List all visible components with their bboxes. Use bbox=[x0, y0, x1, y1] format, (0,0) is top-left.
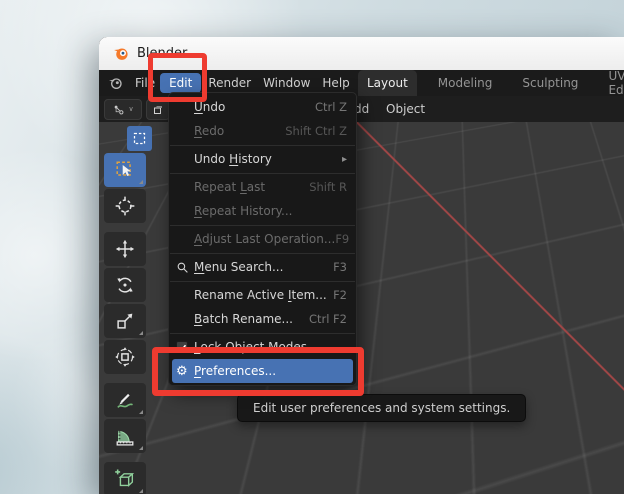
menubar-item-file[interactable]: File bbox=[135, 73, 155, 93]
tooltip: Edit user preferences and system setting… bbox=[237, 394, 526, 422]
menu-separator bbox=[170, 173, 355, 174]
menu-item-batch-rename[interactable]: Batch Rename... Ctrl F2 bbox=[169, 307, 356, 331]
shortcut-label: F2 bbox=[333, 288, 347, 302]
tab-sculpting[interactable]: Sculpting bbox=[513, 70, 587, 96]
blender-logo-icon bbox=[112, 45, 129, 62]
menu-separator bbox=[170, 253, 355, 254]
menubar-item-render[interactable]: Render bbox=[208, 73, 251, 93]
active-tool-select-box-button[interactable] bbox=[127, 126, 152, 151]
tool-add-cube[interactable] bbox=[104, 462, 146, 494]
shortcut-label: F9 bbox=[335, 232, 349, 246]
editor-type-button[interactable]: ∨ bbox=[104, 99, 142, 120]
toolbar bbox=[104, 153, 146, 494]
menu-separator bbox=[170, 145, 355, 146]
shortcut-label: Ctrl Z bbox=[315, 100, 347, 114]
edit-dropdown-menu: Undo Ctrl Z Redo Shift Ctrl Z Undo Histo… bbox=[168, 92, 357, 386]
submenu-arrow-icon: ▸ bbox=[342, 154, 347, 165]
menu-item-adjust-last-operation[interactable]: Adjust Last Operation... F9 bbox=[169, 227, 356, 251]
checkbox-checked-icon[interactable] bbox=[176, 341, 188, 353]
shortcut-label: Shift Ctrl Z bbox=[285, 124, 347, 138]
tool-tweak-select-box[interactable] bbox=[104, 153, 146, 187]
header-mode-button[interactable] bbox=[146, 99, 170, 120]
menu-item-preferences[interactable]: ⚙ Preferences... bbox=[172, 359, 353, 383]
menu-item-rename-active-item[interactable]: Rename Active Item... F2 bbox=[169, 283, 356, 307]
transform-icon bbox=[114, 346, 136, 368]
move-icon bbox=[114, 238, 136, 260]
tool-transform[interactable] bbox=[104, 340, 146, 374]
tool-cursor[interactable] bbox=[104, 189, 146, 223]
tool-annotate[interactable] bbox=[104, 383, 146, 417]
chevron-down-icon: ∨ bbox=[128, 106, 133, 113]
menubar-item-help[interactable]: Help bbox=[322, 73, 349, 93]
gear-icon: ⚙ bbox=[176, 365, 188, 378]
cursor-3d-icon bbox=[114, 195, 136, 217]
measure-icon bbox=[114, 425, 136, 447]
menubar-item-window[interactable]: Window bbox=[263, 73, 310, 93]
window-titlebar[interactable]: Blender bbox=[99, 37, 624, 70]
blender-menu-logo-icon[interactable] bbox=[107, 75, 123, 91]
tooltip-text: Edit user preferences and system setting… bbox=[253, 401, 510, 415]
select-box-cursor-icon bbox=[114, 159, 136, 181]
window-title: Blender bbox=[137, 46, 187, 61]
menubar-item-edit[interactable]: Edit bbox=[160, 73, 201, 93]
shortcut-label: Shift R bbox=[309, 180, 347, 194]
menu-separator bbox=[170, 225, 355, 226]
search-icon bbox=[176, 261, 189, 274]
menu-item-repeat-history[interactable]: Repeat History... bbox=[169, 199, 356, 223]
scale-icon bbox=[114, 310, 136, 332]
editor-type-icon bbox=[112, 103, 126, 117]
rotate-icon bbox=[114, 274, 136, 296]
tab-modeling[interactable]: Modeling bbox=[429, 70, 502, 96]
tab-uv-editing[interactable]: UV Editing bbox=[599, 70, 624, 96]
menu-item-lock-object-modes[interactable]: Lock Object Modes bbox=[169, 335, 356, 359]
menu-item-repeat-last[interactable]: Repeat Last Shift R bbox=[169, 175, 356, 199]
workspace-tabs: Layout Modeling Sculpting UV Editing bbox=[358, 70, 624, 96]
shortcut-label: Ctrl F2 bbox=[309, 312, 347, 326]
add-cube-icon bbox=[114, 468, 136, 490]
mode-icon bbox=[152, 104, 164, 116]
desktop: Blender File Edit Render Window Help Lay… bbox=[0, 0, 624, 494]
viewport-menu-object[interactable]: Object bbox=[386, 96, 425, 122]
annotate-pencil-icon bbox=[114, 389, 136, 411]
tool-move[interactable] bbox=[104, 232, 146, 266]
menu-item-redo[interactable]: Redo Shift Ctrl Z bbox=[169, 119, 356, 143]
tool-scale[interactable] bbox=[104, 304, 146, 338]
menu-item-undo[interactable]: Undo Ctrl Z bbox=[169, 95, 356, 119]
tool-rotate[interactable] bbox=[104, 268, 146, 302]
menu-item-undo-history[interactable]: Undo History ▸ bbox=[169, 147, 356, 171]
select-box-icon bbox=[132, 131, 147, 146]
menu-separator bbox=[170, 333, 355, 334]
tool-measure[interactable] bbox=[104, 419, 146, 453]
menu-separator bbox=[170, 281, 355, 282]
shortcut-label: F3 bbox=[333, 260, 347, 274]
tab-layout[interactable]: Layout bbox=[358, 70, 417, 96]
menu-item-menu-search[interactable]: Menu Search... F3 bbox=[169, 255, 356, 279]
